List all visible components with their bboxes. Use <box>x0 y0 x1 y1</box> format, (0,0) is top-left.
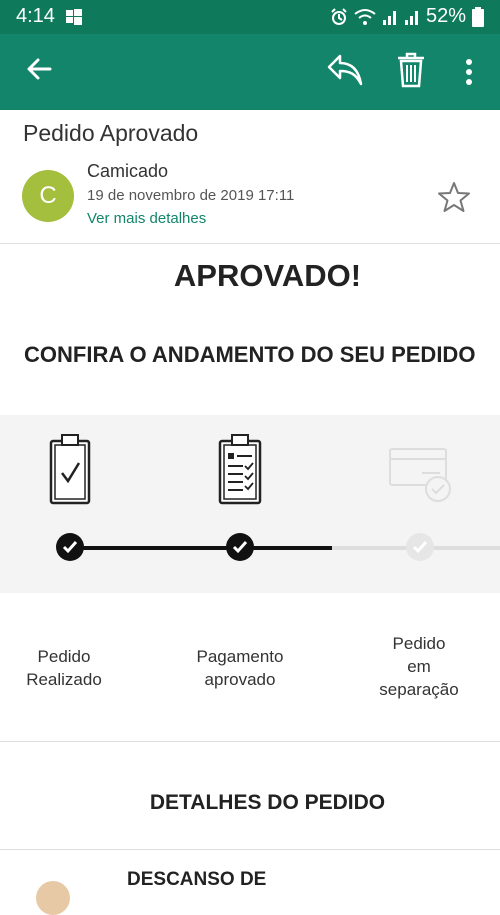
product-name: DESCANSO DE <box>127 869 267 890</box>
signal-icon-2 <box>404 10 418 25</box>
order-progress-tracker <box>0 415 500 593</box>
check-icon <box>62 541 78 554</box>
step-dot-done <box>56 533 84 561</box>
back-arrow-icon[interactable] <box>24 54 54 84</box>
approved-headline: APROVADO! <box>173 258 362 293</box>
step-label-pagamento: Pagamento aprovado <box>180 645 300 691</box>
step-label-line: Realizado <box>26 670 102 689</box>
product-thumbnail <box>36 881 70 915</box>
trash-icon[interactable] <box>397 52 425 88</box>
step-dot-pending <box>406 533 434 561</box>
step-dot-done <box>226 533 254 561</box>
sender-avatar[interactable]: C <box>22 170 74 222</box>
details-link[interactable]: Ver mais detalhes <box>87 210 206 227</box>
check-icon <box>412 541 428 554</box>
app-bar <box>0 34 500 110</box>
star-icon[interactable] <box>437 180 471 214</box>
status-icons: 52% <box>330 5 484 28</box>
clipboard-list-icon <box>218 434 262 505</box>
header-divider <box>0 243 500 244</box>
alarm-icon <box>331 7 347 25</box>
step-label-line: Pedido <box>392 634 446 653</box>
step-label-line: separação <box>379 680 459 699</box>
battery-icon <box>472 6 484 27</box>
status-bar: 4:14 52% <box>0 0 500 34</box>
step-label-line: Pedido <box>37 647 91 666</box>
clipboard-check-icon <box>49 434 91 505</box>
section-divider <box>0 849 500 850</box>
status-time: 4:14 <box>16 5 55 27</box>
check-icon <box>232 541 248 554</box>
step-label-line: em <box>407 657 431 676</box>
section-divider <box>0 741 500 742</box>
card-check-icon <box>389 448 451 502</box>
step-label-line: Pagamento <box>196 647 284 666</box>
battery-percent: 52% <box>425 5 466 27</box>
step-label-separacao: Pedido em separação <box>366 632 472 701</box>
more-vert-icon[interactable] <box>464 58 474 86</box>
progress-title: CONFIRA O ANDAMENTO DO SEU PEDIDO <box>24 342 476 367</box>
step-label-line: aprovado <box>204 670 276 689</box>
reply-icon[interactable] <box>326 52 364 88</box>
sender-name: Camicado <box>87 161 169 181</box>
wifi-icon <box>354 8 376 25</box>
order-details-title: DETALHES DO PEDIDO <box>149 791 386 814</box>
progress-line-completed <box>70 546 332 550</box>
step-label-realizado: Pedido Realizado <box>12 645 116 691</box>
windows-icon <box>66 9 82 25</box>
email-date: 19 de novembro de 2019 17:11 <box>87 187 295 204</box>
signal-icon-1 <box>382 10 396 25</box>
email-subject: Pedido Aprovado <box>23 120 199 146</box>
